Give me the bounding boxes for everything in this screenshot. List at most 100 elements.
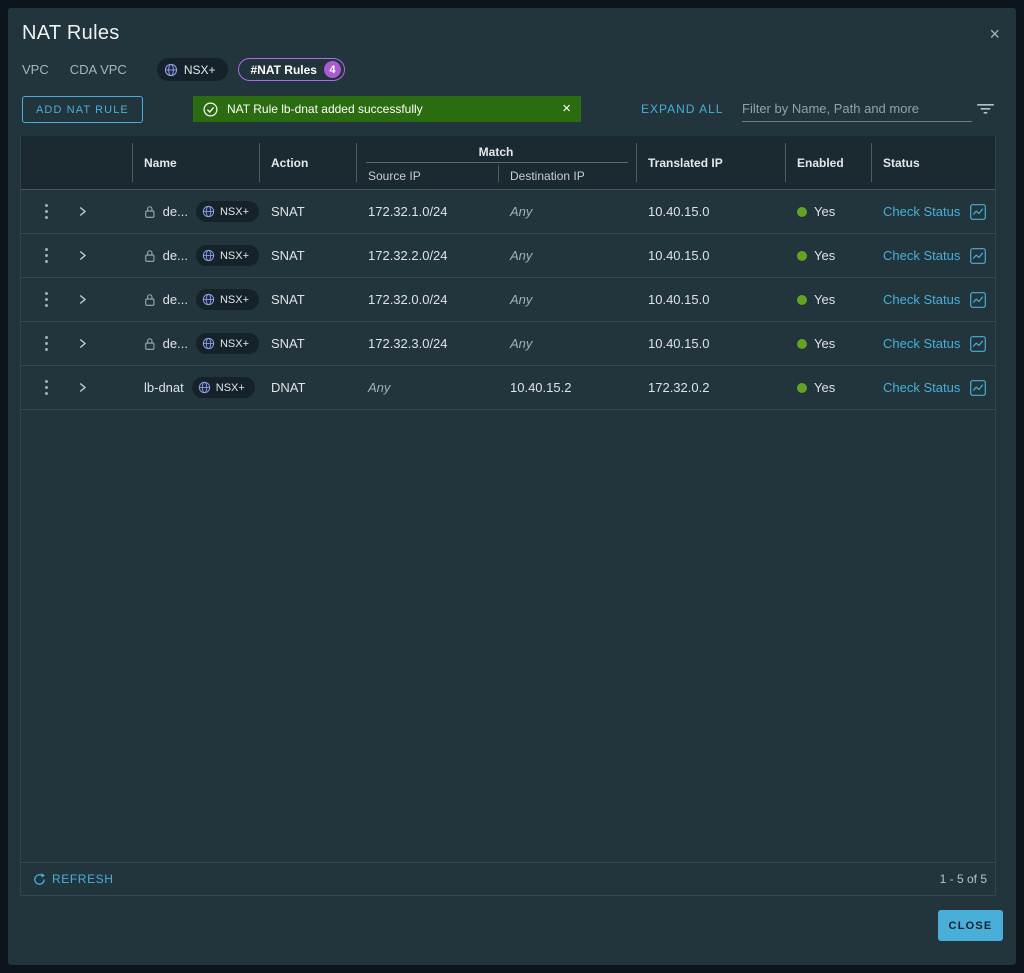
status-chart-icon[interactable] <box>970 291 987 308</box>
nsx-tag-label: NSX+ <box>183 62 216 77</box>
rule-translated-ip: 10.40.15.0 <box>648 248 710 263</box>
nsx-row-tag: NSX+ <box>195 289 259 310</box>
column-translated-ip: Translated IP <box>636 136 785 189</box>
rule-action: SNAT <box>271 204 305 219</box>
column-group-match: Match Source IP Destination IP <box>356 136 636 189</box>
row-menu-icon[interactable] <box>41 332 52 355</box>
rule-destination-ip: Any <box>510 292 533 307</box>
close-button[interactable]: CLOSE <box>938 910 1003 941</box>
status-chart-icon[interactable] <box>970 203 987 220</box>
column-status: Status <box>871 136 997 189</box>
column-controls <box>21 136 132 189</box>
chevron-right-icon[interactable] <box>77 206 88 217</box>
rule-status: Check Status <box>871 278 997 321</box>
rule-action: DNAT <box>271 380 306 395</box>
filter-icon[interactable] <box>976 100 995 121</box>
row-menu-icon[interactable] <box>41 200 52 223</box>
status-chart-icon[interactable] <box>970 247 987 264</box>
rule-translated-ip: 172.32.0.2 <box>648 380 710 395</box>
refresh-button[interactable]: REFRESH <box>33 872 114 886</box>
chevron-right-icon[interactable] <box>77 382 88 393</box>
nsx-globe-icon <box>202 249 215 262</box>
rule-status: Check Status <box>871 190 997 233</box>
row-menu-icon[interactable] <box>41 288 52 311</box>
pagination-range: 1 - 5 of 5 <box>939 872 987 886</box>
filter-field <box>742 96 972 122</box>
rule-source-ip: 172.32.2.0/24 <box>368 248 448 263</box>
column-enabled: Enabled <box>785 136 871 189</box>
rule-destination-ip: Any <box>510 336 533 351</box>
check-status-link[interactable]: Check Status <box>883 292 960 307</box>
column-destination-ip: Destination IP <box>498 163 636 189</box>
rule-enabled: Yes <box>785 278 871 321</box>
rule-source-ip: 172.32.1.0/24 <box>368 204 448 219</box>
column-match-label: Match <box>478 145 514 159</box>
table-row: de... NSX+ SNAT 172.32.0.0/24 Any 10.40.… <box>21 278 995 322</box>
rule-translated-ip: 10.40.15.0 <box>648 336 710 351</box>
rule-source-ip: 172.32.3.0/24 <box>368 336 448 351</box>
enabled-dot-icon <box>797 206 807 217</box>
add-nat-rule-button[interactable]: ADD NAT RULE <box>22 96 143 123</box>
status-chart-icon[interactable] <box>970 379 987 396</box>
nsx-row-tag: NSX+ <box>191 377 255 398</box>
table-empty-area <box>21 410 995 862</box>
nsx-row-tag: NSX+ <box>195 333 259 354</box>
nsx-globe-icon <box>198 381 210 394</box>
nat-rules-table: Name Action Match Source IP Destination … <box>20 136 996 896</box>
check-status-link[interactable]: Check Status <box>883 204 960 219</box>
table-header: Name Action Match Source IP Destination … <box>21 136 995 190</box>
rule-action: SNAT <box>271 336 305 351</box>
enabled-dot-icon <box>797 294 807 305</box>
chevron-right-icon[interactable] <box>77 338 88 349</box>
check-status-link[interactable]: Check Status <box>883 248 960 263</box>
rule-source-ip: 172.32.0.0/24 <box>368 292 448 307</box>
status-chart-icon[interactable] <box>970 335 987 352</box>
enabled-dot-icon <box>797 382 807 393</box>
rule-destination-ip: 10.40.15.2 <box>510 380 572 395</box>
rule-destination-ip: Any <box>510 248 533 263</box>
check-status-link[interactable]: Check Status <box>883 380 960 395</box>
nsx-row-tag: NSX+ <box>195 201 259 222</box>
nsx-tag: NSX+ <box>156 58 228 81</box>
rule-action: SNAT <box>271 248 305 263</box>
rule-name: de... <box>162 204 188 219</box>
table-row: lb-dnat NSX+ DNAT Any 10.40.15.2 172.32.… <box>21 366 995 410</box>
refresh-icon <box>34 872 45 885</box>
dialog-close-icon[interactable]: × <box>989 25 1000 43</box>
table-row: de... NSX+ SNAT 172.32.1.0/24 Any 10.40.… <box>21 190 995 234</box>
nsx-globe-icon <box>202 293 215 306</box>
banner-close-icon[interactable]: × <box>562 101 571 116</box>
filter-input[interactable] <box>742 96 972 121</box>
row-menu-icon[interactable] <box>41 376 52 399</box>
check-circle-icon <box>203 101 218 117</box>
page: NAT Rules × VPC CDA VPC NSX+ #NAT Rules … <box>0 0 1024 973</box>
table-row: de... NSX+ SNAT 172.32.2.0/24 Any 10.40.… <box>21 234 995 278</box>
rule-name: de... <box>162 292 188 307</box>
nat-rules-dialog: NAT Rules × VPC CDA VPC NSX+ #NAT Rules … <box>8 8 1016 965</box>
breadcrumb-vpc: VPC <box>22 62 49 77</box>
breadcrumb: VPC CDA VPC NSX+ #NAT Rules 4 <box>22 58 345 81</box>
row-menu-icon[interactable] <box>41 244 52 267</box>
nsx-globe-icon <box>202 205 215 218</box>
enabled-dot-icon <box>797 250 807 261</box>
rule-enabled: Yes <box>785 322 871 365</box>
rule-enabled: Yes <box>785 234 871 277</box>
rule-translated-ip: 10.40.15.0 <box>648 292 710 307</box>
rule-source-ip: Any <box>368 380 391 395</box>
lock-icon <box>145 249 155 262</box>
expand-all-link[interactable]: EXPAND ALL <box>641 102 723 116</box>
nat-rules-count-pill[interactable]: #NAT Rules 4 <box>237 58 345 81</box>
lock-icon <box>145 337 155 350</box>
toolbar: ADD NAT RULE NAT Rule lb-dnat added succ… <box>8 96 1016 123</box>
chevron-right-icon[interactable] <box>77 294 88 305</box>
check-status-link[interactable]: Check Status <box>883 336 960 351</box>
nsx-globe-icon <box>202 337 215 350</box>
count-badge: 4 <box>323 61 341 78</box>
chevron-right-icon[interactable] <box>77 250 88 261</box>
rule-action: SNAT <box>271 292 305 307</box>
rule-name: lb-dnat <box>144 380 184 395</box>
lock-icon <box>145 205 155 218</box>
nsx-row-tag: NSX+ <box>195 245 259 266</box>
column-name: Name <box>132 136 259 189</box>
rule-status: Check Status <box>871 366 997 409</box>
